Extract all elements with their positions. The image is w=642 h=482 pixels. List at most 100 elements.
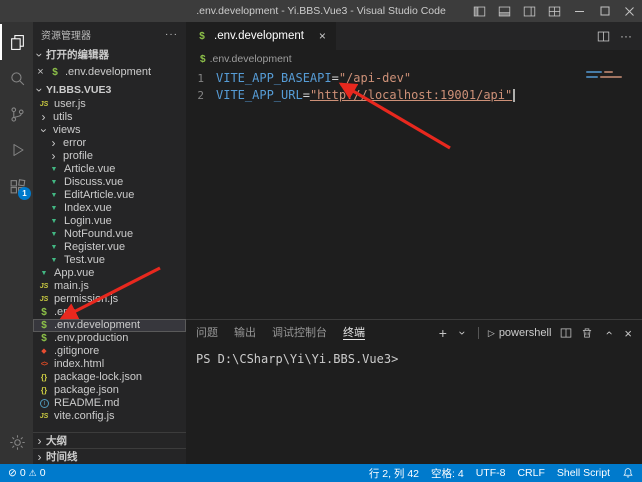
tree-item-.gitignore[interactable]: ◆.gitignore [33,345,186,358]
activity-extensions-button[interactable]: 1 [0,168,33,204]
tree-item-.env.production[interactable]: $.env.production [33,332,186,345]
open-editors-header[interactable]: › 打开的编辑器 [33,46,186,63]
new-terminal-icon[interactable]: + [439,325,447,341]
customize-layout-icon[interactable] [542,0,567,22]
code-token: = [332,71,339,85]
encoding-status[interactable]: UTF-8 [476,467,506,479]
toggle-sidebar-icon[interactable] [467,0,492,22]
minimap[interactable] [586,71,636,81]
outline-section-header[interactable]: › 大纲 [33,432,186,448]
project-root-header[interactable]: › YI.BBS.VUE3 [33,81,186,98]
panel-tab-调试控制台[interactable]: 调试控制台 [272,327,327,339]
tree-item-index.html[interactable]: <>index.html [33,358,186,371]
vscode-window: .env.development - Yi.BBS.Vue3 - Visual … [0,0,642,482]
kill-terminal-icon[interactable] [581,327,593,339]
vue-file-icon: ▼ [47,163,61,176]
vue-file-icon: ▼ [47,189,61,202]
file-name: user.js [54,98,86,111]
tree-item-Login.vue[interactable]: ▼Login.vue [33,215,186,228]
file-name: Article.vue [64,163,115,176]
json-file-icon: {} [37,371,51,384]
minimize-button[interactable] [567,0,592,22]
tree-item-views[interactable]: ›views [33,124,186,137]
vue-file-icon: ▼ [37,267,51,280]
tree-item-vite.config.js[interactable]: JSvite.config.js [33,410,186,423]
panel-tab-问题[interactable]: 问题 [196,327,218,339]
tree-item-profile[interactable]: ›profile [33,150,186,163]
tree-item-user.js[interactable]: JSuser.js [33,98,186,111]
tree-item-Test.vue[interactable]: ▼Test.vue [33,254,186,267]
error-count: 0 [20,467,26,479]
chevron-collapsed-icon: › [47,150,60,163]
close-tab-icon[interactable]: × [315,29,330,43]
eol-status[interactable]: CRLF [517,467,544,479]
code-token: VITE_APP_URL [216,88,303,102]
more-actions-icon[interactable]: ··· [620,29,632,43]
tree-item-App.vue[interactable]: ▼App.vue [33,267,186,280]
terminal-shell-icon: ▷ [488,328,495,339]
file-name: .env.production [54,332,128,345]
notifications-bell-icon[interactable] [622,467,634,479]
activity-run-debug-button[interactable] [0,132,33,168]
tab-bar: $ .env.development × ··· [186,22,642,50]
indentation-status[interactable]: 空格: 4 [431,466,464,481]
panel-tab-终端[interactable]: 终端 [343,327,365,340]
activity-search-button[interactable] [0,60,33,96]
close-editor-icon[interactable]: × [33,66,48,78]
editor-code-area[interactable]: 1VITE_APP_BASEAPI="/api-dev"2VITE_APP_UR… [186,68,642,319]
tree-item-Discuss.vue[interactable]: ▼Discuss.vue [33,176,186,189]
file-name: .env.development [54,319,140,332]
tree-item-EditArticle.vue[interactable]: ▼EditArticle.vue [33,189,186,202]
status-bar: ⊘ 0 ⚠ 0 行 2, 列 42 空格: 4 UTF-8 CRLF Shell… [0,464,642,482]
terminal-instance-item[interactable]: ▷ powershell [488,327,552,339]
js-file-icon: JS [37,410,51,423]
maximize-button[interactable] [592,0,617,22]
tree-item-.env.development[interactable]: $.env.development [33,319,186,332]
cursor-position-status[interactable]: 行 2, 列 42 [369,466,419,481]
tree-item-package.json[interactable]: {}package.json [33,384,186,397]
toggle-secondary-sidebar-icon[interactable] [517,0,542,22]
text-cursor [513,89,515,102]
breadcrumb[interactable]: $ .env.development [186,50,642,68]
sidebar-bottom-sections: › 大纲 › 时间线 [33,432,186,464]
terminal-dropdown-icon[interactable]: › [455,327,469,340]
open-editor-item[interactable]: × $ .env.development [33,63,186,81]
tree-item-.env[interactable]: $.env [33,306,186,319]
tree-item-package-lock.json[interactable]: {}package-lock.json [33,371,186,384]
split-terminal-icon[interactable] [560,327,572,339]
close-panel-icon[interactable]: × [624,326,632,341]
tree-item-error[interactable]: ›error [33,137,186,150]
file-name: README.md [54,397,119,410]
language-mode-status[interactable]: Shell Script [557,467,610,479]
tab-env-development[interactable]: $ .env.development × [186,22,336,50]
terminal-content[interactable]: PS D:\CSharp\Yi\Yi.BBS.Vue3> [186,346,642,464]
warning-count: 0 [40,467,46,479]
file-name: NotFound.vue [64,228,133,241]
timeline-section-header[interactable]: › 时间线 [33,448,186,464]
code-token: "http://localhost:19001/api" [310,88,512,102]
tree-item-Register.vue[interactable]: ▼Register.vue [33,241,186,254]
tree-item-permission.js[interactable]: JSpermission.js [33,293,186,306]
code-line-2[interactable]: 2VITE_APP_URL="http://localhost:19001/ap… [186,87,642,104]
maximize-panel-icon[interactable]: › [602,327,616,340]
toggle-panel-icon[interactable] [492,0,517,22]
tree-item-Article.vue[interactable]: ▼Article.vue [33,163,186,176]
tree-item-main.js[interactable]: JSmain.js [33,280,186,293]
problems-status[interactable]: ⊘ 0 ⚠ 0 [8,467,46,479]
sidebar-more-actions-icon[interactable]: ··· [165,29,178,40]
settings-gear-icon[interactable] [0,424,33,460]
close-window-button[interactable] [617,0,642,22]
tree-item-Index.vue[interactable]: ▼Index.vue [33,202,186,215]
panel-actions: + › ▷ powershell › [439,325,632,341]
tree-item-README.md[interactable]: iREADME.md [33,397,186,410]
activity-explorer-button[interactable] [0,24,33,60]
file-name: package.json [54,384,119,397]
tree-item-utils[interactable]: ›utils [33,111,186,124]
split-editor-icon[interactable] [597,30,610,43]
code-line-1[interactable]: 1VITE_APP_BASEAPI="/api-dev" [186,70,642,87]
activity-source-control-button[interactable] [0,96,33,132]
chevron-expanded-icon: › [33,48,47,61]
chevron-expanded-icon: › [33,83,47,96]
tree-item-NotFound.vue[interactable]: ▼NotFound.vue [33,228,186,241]
panel-tab-输出[interactable]: 输出 [234,327,256,339]
